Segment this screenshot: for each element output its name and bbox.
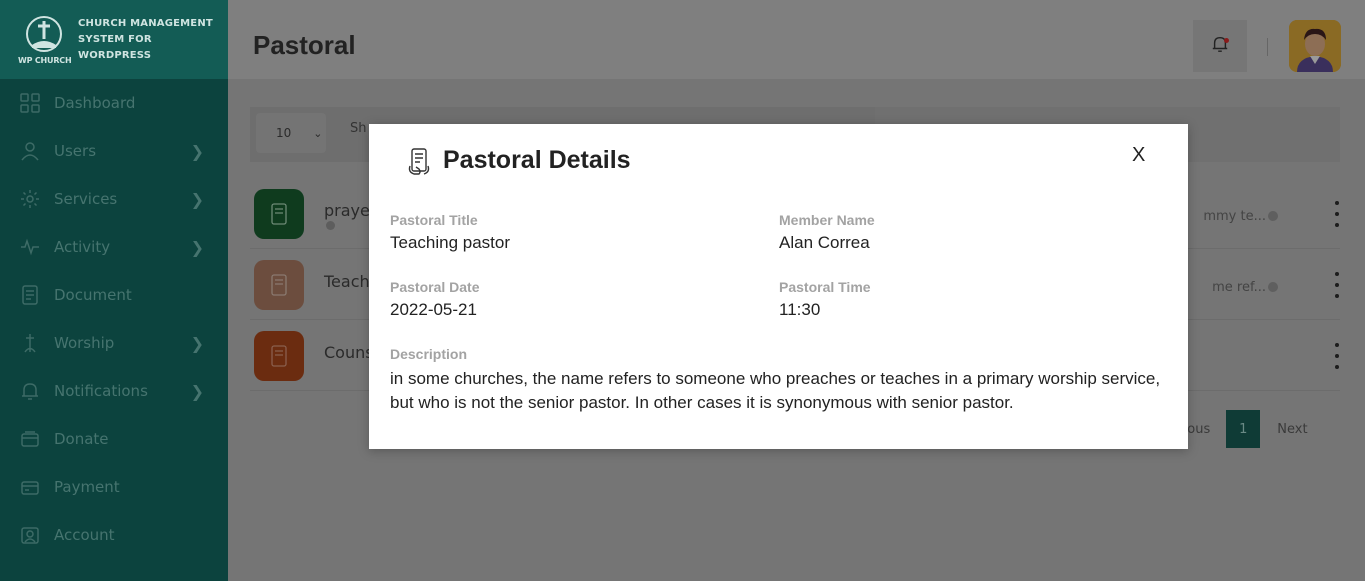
sidebar-item-donate[interactable]: Donate — [0, 415, 228, 463]
chevron-right-icon: ❯ — [190, 381, 204, 401]
donate-icon — [20, 429, 40, 449]
payment-icon — [20, 477, 40, 497]
chevron-right-icon: ❯ — [190, 141, 204, 161]
pagination: evious 1 Next — [1168, 410, 1308, 448]
sidebar-item-activity[interactable]: Activity ❯ — [0, 223, 228, 271]
sidebar-item-label: Donate — [54, 430, 109, 448]
info-icon — [1268, 282, 1278, 292]
page-number-current[interactable]: 1 — [1226, 410, 1261, 448]
pastoral-time-label: Pastoral Time — [779, 279, 871, 295]
sidebar-item-label: Dashboard — [54, 94, 136, 112]
activity-icon — [20, 237, 40, 257]
divider — [1267, 38, 1268, 56]
pastoral-time-value: 11:30 — [779, 300, 821, 319]
church-logo-icon: WP CHURCH — [18, 15, 74, 65]
pastoral-details-modal: Pastoral Details X Pastoral Title Teachi… — [369, 124, 1188, 449]
account-icon — [20, 525, 40, 545]
description-value: in some churches, the name refers to som… — [390, 369, 1161, 412]
sidebar-item-label: Worship — [54, 334, 115, 352]
chevron-right-icon: ❯ — [190, 237, 204, 257]
pastoral-icon — [254, 189, 304, 239]
notification-dot — [1224, 38, 1229, 43]
chevron-down-icon: ⌄ — [313, 126, 323, 140]
dashboard-icon — [20, 93, 40, 113]
sidebar: WP CHURCH CHURCH MANAGEMENT SYSTEM FOR W… — [0, 0, 228, 581]
pastoral-icon — [254, 260, 304, 310]
services-icon — [20, 189, 40, 209]
row-title: Couns — [324, 343, 374, 362]
sidebar-item-label: Document — [54, 286, 132, 304]
sidebar-item-label: Payment — [54, 478, 120, 496]
pastoral-title-value: Teaching pastor — [390, 233, 511, 252]
page-size-select[interactable]: 10 ⌄ — [256, 113, 326, 153]
logo-text: WP CHURCH — [18, 55, 72, 65]
pastoral-title-label: Pastoral Title — [390, 212, 478, 228]
pastoral-date-value: 2022-05-21 — [390, 300, 477, 319]
sidebar-item-payment[interactable]: Payment — [0, 463, 228, 511]
user-icon — [20, 141, 40, 161]
row-description: mmy te... — [1203, 209, 1266, 224]
more-options-icon[interactable] — [1334, 343, 1340, 369]
description-label: Description — [390, 346, 468, 362]
sidebar-item-users[interactable]: Users ❯ — [0, 127, 228, 175]
top-bar: Pastoral — [228, 0, 1365, 79]
sidebar-item-label: Activity — [54, 238, 111, 256]
close-button[interactable]: X — [1132, 144, 1145, 167]
page-title: Pastoral — [253, 30, 356, 60]
sidebar-item-label: Services — [54, 190, 118, 208]
row-description: me ref... — [1212, 280, 1266, 295]
modal-title: Pastoral Details — [443, 146, 631, 174]
document-icon — [20, 285, 40, 305]
brand[interactable]: WP CHURCH CHURCH MANAGEMENT SYSTEM FOR W… — [0, 0, 228, 79]
member-name-value: Alan Correa — [779, 233, 870, 252]
sidebar-item-services[interactable]: Services ❯ — [0, 175, 228, 223]
sidebar-item-dashboard[interactable]: Dashboard — [0, 79, 228, 127]
info-icon — [1268, 211, 1278, 221]
sidebar-item-document[interactable]: Document — [0, 271, 228, 319]
row-title: Teach — [324, 272, 370, 291]
chevron-right-icon: ❯ — [190, 333, 204, 353]
info-icon — [326, 221, 335, 230]
sidebar-item-worship[interactable]: Worship ❯ — [0, 319, 228, 367]
pastoral-date-label: Pastoral Date — [390, 279, 480, 295]
worship-icon — [20, 333, 40, 353]
pastoral-icon — [407, 146, 431, 180]
more-options-icon[interactable] — [1334, 272, 1340, 298]
sidebar-item-label: Notifications — [54, 382, 148, 400]
brand-name: CHURCH MANAGEMENT SYSTEM FOR WORDPRESS — [78, 17, 213, 61]
sidebar-item-notifications[interactable]: Notifications ❯ — [0, 367, 228, 415]
notifications-button[interactable] — [1193, 20, 1247, 72]
bell-icon — [20, 381, 40, 401]
pastoral-icon — [254, 331, 304, 381]
sidebar-item-label: Account — [54, 526, 115, 544]
avatar[interactable] — [1289, 20, 1341, 72]
page-size-value: 10 — [276, 126, 292, 140]
search-label: Sh — [350, 121, 367, 136]
member-name-label: Member Name — [779, 212, 875, 228]
sidebar-menu: Dashboard Users ❯ Services ❯ Activity ❯ — [0, 79, 228, 559]
sidebar-item-label: Users — [54, 142, 97, 160]
row-title: praye — [324, 201, 370, 220]
next-page-link[interactable]: Next — [1277, 422, 1307, 437]
chevron-right-icon: ❯ — [190, 189, 204, 209]
sidebar-item-account[interactable]: Account — [0, 511, 228, 559]
more-options-icon[interactable] — [1334, 201, 1340, 227]
